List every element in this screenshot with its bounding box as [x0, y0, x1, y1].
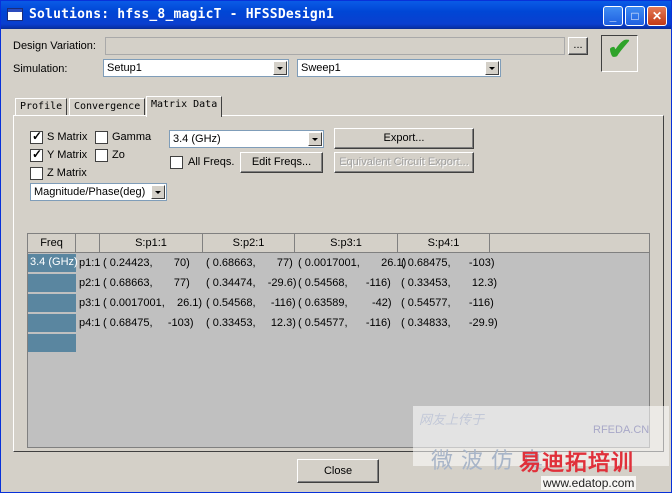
design-variation-label: Design Variation:: [13, 40, 96, 52]
freq-cell[interactable]: [28, 274, 76, 293]
chevron-down-icon[interactable]: [485, 61, 499, 75]
grid-header-sp21[interactable]: S:p2:1: [203, 234, 295, 253]
matrix-cell[interactable]: ( 0.0017001, 26.1): [103, 297, 202, 309]
s-matrix-checkbox[interactable]: [30, 129, 43, 144]
simulation-label: Simulation:: [13, 63, 68, 75]
setup-value: Setup1: [107, 62, 142, 74]
edit-freqs-button[interactable]: Edit Freqs...: [240, 152, 323, 173]
zo-label: Zo: [112, 149, 125, 161]
frequency-select[interactable]: 3.4 (GHz): [169, 130, 324, 148]
freq-cell[interactable]: [28, 294, 76, 313]
display-format-value: Magnitude/Phase(deg): [34, 186, 146, 198]
matrix-cell[interactable]: ( 0.68475, -103): [401, 257, 495, 269]
display-format-select[interactable]: Magnitude/Phase(deg): [30, 183, 167, 201]
frequency-value: 3.4 (GHz): [173, 133, 221, 145]
matrix-cell[interactable]: ( 0.68475, -103): [103, 317, 194, 329]
z-matrix-checkbox[interactable]: [30, 167, 43, 180]
ok-check-icon: ✔: [607, 33, 633, 66]
gamma-label: Gamma: [112, 131, 152, 143]
row-label-p4: p4:1: [79, 317, 101, 329]
z-matrix-label: Z Matrix: [47, 167, 87, 179]
freq-cell[interactable]: [28, 334, 76, 353]
matrix-cell[interactable]: ( 0.54577, -116): [401, 297, 494, 309]
gamma-checkbox[interactable]: [95, 131, 108, 144]
matrix-cell[interactable]: ( 0.33453, 12.3): [401, 277, 497, 289]
close-button[interactable]: Close: [297, 459, 379, 483]
sweep-select[interactable]: Sweep1: [297, 59, 501, 77]
chevron-down-icon[interactable]: [273, 61, 287, 75]
y-matrix-label: Y Matrix: [47, 149, 88, 161]
watermark-site-text: 网友上传于: [419, 412, 485, 427]
setup-select[interactable]: Setup1: [103, 59, 289, 77]
matrix-cell[interactable]: ( 0.34474, -29.6): [206, 277, 297, 289]
close-window-button[interactable]: ✕: [647, 6, 667, 26]
tab-profile[interactable]: Profile: [15, 98, 68, 116]
row-label-p3: p3:1: [79, 297, 101, 309]
matrix-cell[interactable]: ( 0.0017001, 26.1): [298, 257, 406, 269]
design-variation-browse-button[interactable]: ...: [568, 37, 588, 55]
watermark-brand: 易迪拓培训: [519, 450, 635, 475]
title-bar[interactable]: Solutions: hfss_8_magicT - HFSSDesign1 _…: [1, 1, 671, 29]
freq-cell[interactable]: [28, 314, 76, 333]
design-variation-field: [105, 37, 565, 55]
window-title: Solutions: hfss_8_magicT - HFSSDesign1: [29, 7, 335, 22]
watermark-rfeda: RFEDA.CN: [593, 424, 650, 436]
close-icon: ✕: [651, 9, 663, 23]
matrix-cell[interactable]: ( 0.24423, 70): [103, 257, 190, 269]
s-matrix-label: S Matrix: [47, 131, 88, 143]
chevron-down-icon[interactable]: [151, 185, 165, 199]
all-freqs-label: All Freqs.: [188, 156, 235, 168]
grid-header-filler: [490, 234, 649, 253]
close-button-label: Close: [323, 465, 353, 477]
row-label-p2: p2:1: [79, 277, 101, 289]
row-label-p1: p1:1: [79, 257, 101, 269]
export-button[interactable]: Export...: [334, 128, 474, 149]
matrix-cell[interactable]: ( 0.54568, -116): [298, 277, 391, 289]
equivalent-circuit-export-button[interactable]: Equivalent Circuit Export...: [334, 152, 474, 173]
matrix-cell[interactable]: ( 0.54568, -116): [206, 297, 296, 309]
grid-header-sp31[interactable]: S:p3:1: [295, 234, 398, 253]
grid-header-freq[interactable]: Freq: [28, 234, 76, 253]
y-matrix-checkbox[interactable]: [30, 147, 43, 162]
solution-status-box: ✔: [601, 33, 638, 72]
freq-cell-value: 3.4 (GHz): [30, 256, 78, 268]
matrix-cell[interactable]: ( 0.63589, -42): [298, 297, 392, 309]
zo-checkbox[interactable]: [95, 149, 108, 162]
matrix-cell[interactable]: ( 0.33453, 12.3): [206, 317, 296, 329]
matrix-cell[interactable]: ( 0.68663, 77): [206, 257, 293, 269]
maximize-icon: □: [631, 9, 639, 23]
solutions-window: Solutions: hfss_8_magicT - HFSSDesign1 _…: [0, 0, 672, 493]
tab-matrix-data[interactable]: Matrix Data: [146, 96, 223, 117]
minimize-button[interactable]: _: [603, 6, 623, 26]
matrix-cell[interactable]: ( 0.68663, 77): [103, 277, 190, 289]
matrix-cell[interactable]: ( 0.34833, -29.9): [401, 317, 498, 329]
matrix-cell[interactable]: ( 0.54577, -116): [298, 317, 391, 329]
freq-cell[interactable]: 3.4 (GHz): [28, 254, 78, 273]
grid-header-sp41[interactable]: S:p4:1: [398, 234, 490, 253]
tab-convergence[interactable]: Convergence: [69, 98, 146, 116]
chevron-down-icon[interactable]: [308, 132, 322, 146]
grid-header-port[interactable]: [76, 234, 100, 253]
all-freqs-checkbox[interactable]: [170, 156, 183, 169]
window-icon: [7, 8, 23, 21]
minimize-icon: _: [609, 9, 617, 23]
grid-header-sp11[interactable]: S:p1:1: [100, 234, 203, 253]
maximize-button[interactable]: □: [625, 6, 645, 26]
watermark-url: www.edatop.com: [541, 476, 637, 490]
sweep-value: Sweep1: [301, 62, 341, 74]
